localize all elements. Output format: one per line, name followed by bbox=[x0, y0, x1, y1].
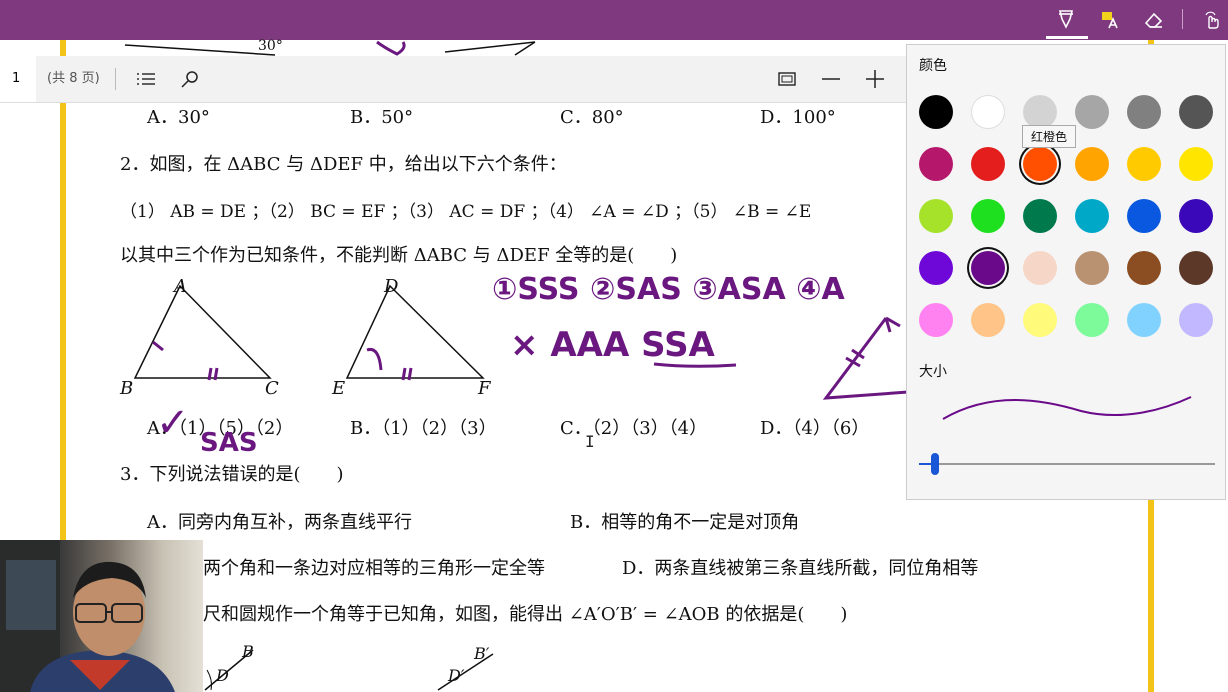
q2-option-b: B．（1）（2）（3） bbox=[350, 418, 497, 439]
color-section-title: 颜色 bbox=[919, 58, 947, 74]
label-b: B bbox=[120, 378, 134, 399]
q2-option-c: C．（2）（3）（4） bbox=[560, 418, 708, 439]
toolbar-separator bbox=[1182, 9, 1183, 29]
fig2-label-b-prime: B′ bbox=[474, 644, 490, 663]
fig2-label-d: D bbox=[216, 666, 229, 685]
label-c: C bbox=[265, 378, 279, 399]
q3-stem: 3．下列说法错误的是( ) bbox=[120, 464, 344, 485]
color-swatch[interactable] bbox=[971, 251, 1005, 285]
size-section-title: 大小 bbox=[919, 364, 947, 380]
q2-question: 以其中三个作为已知条件，不能判断 ΔABC 与 ΔDEF 全等的是( ) bbox=[120, 245, 678, 266]
q1-option-a: A．30° bbox=[147, 107, 210, 128]
touch-write-icon[interactable] bbox=[1198, 6, 1226, 34]
color-swatch[interactable] bbox=[1127, 251, 1161, 285]
zoom-out-icon[interactable] bbox=[818, 66, 844, 92]
color-swatch[interactable] bbox=[919, 199, 953, 233]
ink-criteria-line: ①SSS ②SAS ③ASA ④A bbox=[492, 272, 845, 307]
q4-stem: 尺和圆规作一个角等于已知角，如图，能得出 ∠A′O′B′ = ∠AOB 的依据是… bbox=[203, 604, 848, 625]
color-swatch[interactable] bbox=[1179, 95, 1213, 129]
color-swatch[interactable] bbox=[919, 95, 953, 129]
reader-toolbar: 1 (共 8 页) bbox=[0, 56, 906, 103]
q1-option-d: D．100° bbox=[760, 107, 836, 128]
color-swatch[interactable] bbox=[1179, 199, 1213, 233]
color-swatch[interactable] bbox=[1023, 95, 1057, 129]
color-swatch[interactable] bbox=[1127, 95, 1161, 129]
color-swatch[interactable] bbox=[1127, 147, 1161, 181]
color-swatch[interactable] bbox=[1023, 251, 1057, 285]
color-swatch[interactable] bbox=[919, 303, 953, 337]
ink-sas-note: SAS bbox=[200, 428, 258, 458]
zoom-in-icon[interactable] bbox=[862, 66, 888, 92]
color-swatch[interactable] bbox=[1075, 251, 1109, 285]
color-swatch[interactable] bbox=[1023, 147, 1057, 181]
label-d: D bbox=[384, 276, 399, 297]
color-swatch[interactable] bbox=[1179, 147, 1213, 181]
color-swatch[interactable] bbox=[971, 199, 1005, 233]
color-swatch[interactable] bbox=[1075, 199, 1109, 233]
fig2-label-d-prime: D′ bbox=[448, 666, 465, 685]
q3-option-a: A．同旁内角互补，两条直线平行 bbox=[147, 512, 412, 533]
color-swatch[interactable] bbox=[1023, 199, 1057, 233]
stroke-preview bbox=[942, 396, 1192, 420]
highlighter-icon[interactable] bbox=[1096, 6, 1124, 34]
pen-icon[interactable] bbox=[1052, 6, 1080, 34]
color-swatch[interactable] bbox=[1127, 303, 1161, 337]
ink-invalid-line: × AAA SSA bbox=[510, 325, 715, 365]
size-slider-thumb[interactable] bbox=[931, 453, 939, 475]
q3-option-c: 两个角和一条边对应相等的三角形一定全等 bbox=[203, 558, 545, 579]
page-number-input[interactable]: 1 bbox=[0, 56, 36, 102]
label-f: F bbox=[478, 378, 491, 399]
color-swatch[interactable] bbox=[1127, 199, 1161, 233]
toolbar-divider bbox=[115, 68, 116, 90]
color-swatch[interactable] bbox=[1075, 147, 1109, 181]
color-swatch[interactable] bbox=[971, 147, 1005, 181]
ink-checkmark: ✓ bbox=[156, 400, 190, 446]
label-e: E bbox=[332, 378, 346, 399]
color-swatch[interactable] bbox=[1075, 303, 1109, 337]
pen-settings-panel: 颜色 大小 bbox=[906, 44, 1226, 500]
q2-conditions: （1） AB = DE ；（2） BC = EF ；（3） AC = DF ；（… bbox=[120, 202, 812, 222]
color-tooltip: 红橙色 bbox=[1022, 125, 1077, 148]
q1-option-c: C．80° bbox=[560, 107, 624, 128]
search-icon[interactable] bbox=[177, 66, 203, 92]
q2-option-d: D．（4）（6） bbox=[760, 418, 870, 439]
ink-triangle bbox=[822, 316, 909, 400]
color-swatch[interactable] bbox=[971, 95, 1005, 129]
fig2-label-b: B bbox=[242, 642, 254, 661]
list-icon[interactable] bbox=[133, 66, 159, 92]
color-swatch[interactable] bbox=[1179, 251, 1213, 285]
title-bar bbox=[0, 0, 1228, 40]
q1-option-b: B．50° bbox=[350, 107, 414, 128]
color-swatch[interactable] bbox=[1075, 95, 1109, 129]
color-swatch[interactable] bbox=[919, 251, 953, 285]
color-swatch[interactable] bbox=[919, 147, 953, 181]
q3-option-d: D．两条直线被第三条直线所截，同位角相等 bbox=[622, 558, 979, 579]
color-swatch[interactable] bbox=[1023, 303, 1057, 337]
page-count-label: (共 8 页) bbox=[47, 71, 100, 86]
label-a: A bbox=[174, 276, 187, 297]
text-cursor-icon: I bbox=[585, 432, 595, 451]
size-slider-track[interactable] bbox=[919, 463, 1215, 465]
pen-active-indicator bbox=[1046, 36, 1088, 39]
top-angle-label: 30° bbox=[258, 38, 283, 54]
color-swatch[interactable] bbox=[1179, 303, 1213, 337]
eraser-icon[interactable] bbox=[1140, 6, 1168, 34]
webcam-video bbox=[0, 540, 203, 692]
q2-stem: 2．如图，在 ΔABC 与 ΔDEF 中，给出以下六个条件： bbox=[120, 154, 567, 175]
q3-option-b: B．相等的角不一定是对顶角 bbox=[570, 512, 800, 533]
fit-page-icon[interactable] bbox=[774, 66, 800, 92]
ink-underline bbox=[653, 362, 737, 368]
color-swatch[interactable] bbox=[971, 303, 1005, 337]
